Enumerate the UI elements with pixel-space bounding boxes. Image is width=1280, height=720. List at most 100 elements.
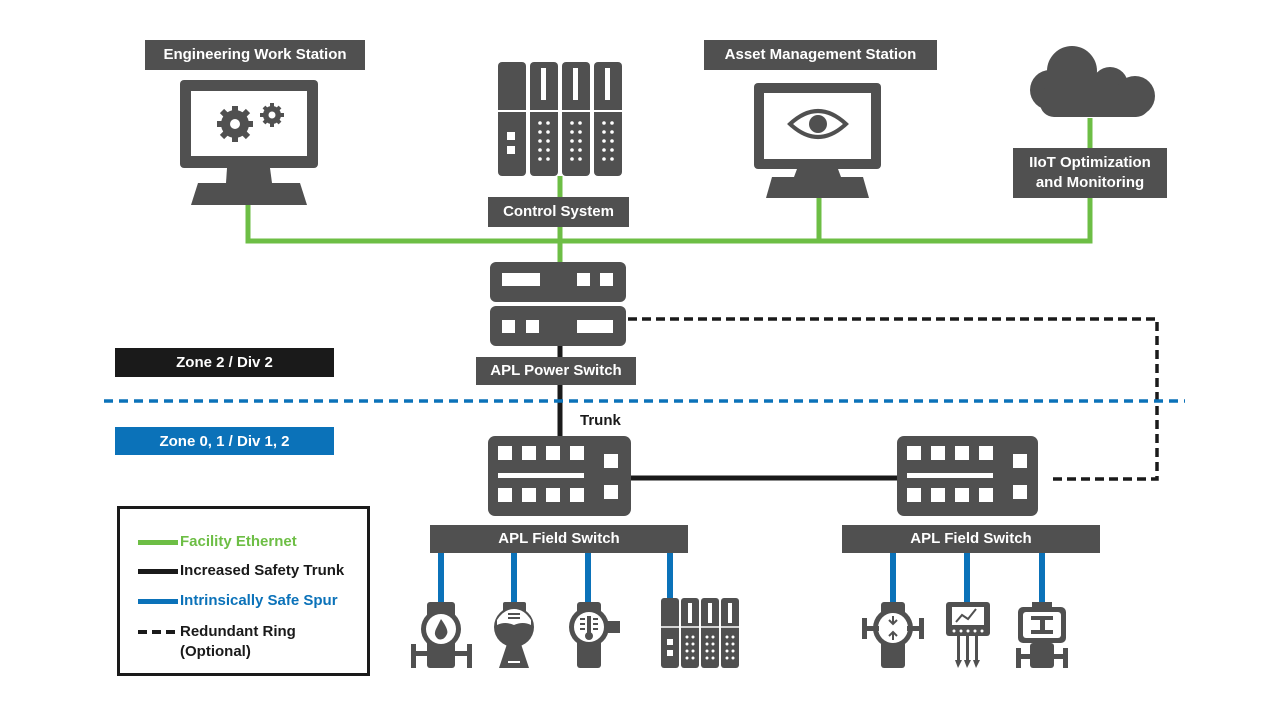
field-switch-icon[interactable] [488, 436, 631, 516]
legend-ring-text: Redundant Ring (Optional) [180, 622, 296, 662]
trunk-label: Trunk [580, 412, 621, 429]
legend-ring: Redundant Ring (Optional) [138, 622, 296, 662]
indicator-dot [602, 130, 606, 134]
indicator-dot [538, 157, 542, 161]
indicator-dot [546, 121, 550, 125]
legend-facility-ethernet: Facility Ethernet [138, 532, 297, 552]
field-switch-icon[interactable] [897, 436, 1038, 516]
temperature-transmitter-icon[interactable] [569, 602, 620, 668]
indicator-dot [691, 635, 695, 639]
indicator-dot [602, 157, 606, 161]
eye-monitor-icon[interactable] [754, 83, 881, 198]
indicator-dot [685, 656, 689, 660]
indicator-dot [578, 121, 582, 125]
indicator-dot [610, 139, 614, 143]
port [931, 446, 945, 460]
controller-rack-icon[interactable] [496, 62, 624, 176]
indicator-dot [705, 635, 709, 639]
port [604, 485, 618, 499]
power-switch-icon[interactable] [490, 262, 626, 346]
indicator-dot [731, 635, 735, 639]
port [498, 446, 512, 460]
indicator-dot [578, 130, 582, 134]
indicator-dot [725, 649, 729, 653]
indicator-dot [538, 121, 542, 125]
green-line-swatch [138, 540, 178, 545]
indicator-dot [711, 642, 715, 646]
level-sensor-icon[interactable] [494, 602, 534, 668]
indicator-dot [610, 157, 614, 161]
port [546, 446, 560, 460]
port [907, 473, 993, 478]
port [570, 488, 584, 502]
cloud-icon[interactable] [1030, 46, 1155, 117]
indicator-dot [711, 649, 715, 653]
indicator-dot [578, 148, 582, 152]
port [498, 488, 512, 502]
legend-spur: Intrinsically Safe Spur [138, 591, 338, 611]
asset-management-station-label: Asset Management Station [704, 40, 937, 70]
indicator-dot [691, 656, 695, 660]
port [907, 488, 921, 502]
iiot-label-line1: IIoT Optimization [1029, 154, 1151, 171]
indicator-dot [578, 157, 582, 161]
indicator-dot [570, 157, 574, 161]
dashed-line-swatch [138, 630, 178, 634]
indicator-dot [578, 139, 582, 143]
io-module-icon[interactable] [660, 598, 740, 668]
indicator-dot [570, 121, 574, 125]
flow-meter-icon[interactable] [411, 602, 472, 668]
indicator-dot [538, 148, 542, 152]
iiot-label-line2: and Monitoring [1035, 174, 1145, 191]
pressure-transmitter-icon[interactable] [862, 602, 924, 668]
indicator-dot [691, 649, 695, 653]
indicator-dot [705, 649, 709, 653]
apl-power-switch-label: APL Power Switch [476, 357, 636, 385]
redundant-ring-line [628, 317, 1159, 481]
legend-ring-line1: Redundant Ring [180, 623, 296, 640]
legend-spur-text: Intrinsically Safe Spur [180, 592, 338, 609]
indicator-dot [546, 139, 550, 143]
iiot-label: IIoT Optimization and Monitoring [1013, 148, 1167, 198]
port [955, 488, 969, 502]
indicator-dot [602, 148, 606, 152]
port [546, 488, 560, 502]
indicator-dot [610, 130, 614, 134]
indicator-dot [602, 121, 606, 125]
indicator-dot [725, 642, 729, 646]
indicator-dot [705, 656, 709, 660]
zone-0-1-div-1-2-badge: Zone 0, 1 / Div 1, 2 [115, 427, 334, 455]
port [955, 446, 969, 460]
indicator-dot [691, 642, 695, 646]
legend-ring-line2: (Optional) [180, 643, 251, 660]
port [498, 473, 584, 478]
indicator-dot [731, 642, 735, 646]
port [979, 446, 993, 460]
port [570, 446, 584, 460]
port [931, 488, 945, 502]
indicator-dot [570, 139, 574, 143]
indicator-dot [546, 148, 550, 152]
apl-field-switch-1-label: APL Field Switch [430, 525, 688, 553]
indicator-dot [546, 130, 550, 134]
port [979, 488, 993, 502]
indicator-dot [610, 148, 614, 152]
legend-trunk-text: Increased Safety Trunk [180, 562, 345, 579]
port [907, 446, 921, 460]
engineering-work-station-label: Engineering Work Station [145, 40, 365, 70]
indicator-dot [538, 139, 542, 143]
indicator-dot [711, 656, 715, 660]
legend: Facility Ethernet Increased Safety Trunk… [117, 506, 370, 676]
indicator-dot [731, 656, 735, 660]
indicator-dot [731, 649, 735, 653]
port [522, 488, 536, 502]
apl-field-switch-2-label: APL Field Switch [842, 525, 1100, 553]
spur-lines [438, 552, 1045, 603]
indicator-dot [685, 649, 689, 653]
gears-monitor-icon[interactable] [180, 80, 318, 205]
indicator-dot [570, 148, 574, 152]
valve-actuator-icon[interactable] [1016, 602, 1068, 668]
analyzer-icon[interactable] [946, 602, 990, 668]
indicator-dot [538, 130, 542, 134]
indicator-dot [711, 635, 715, 639]
